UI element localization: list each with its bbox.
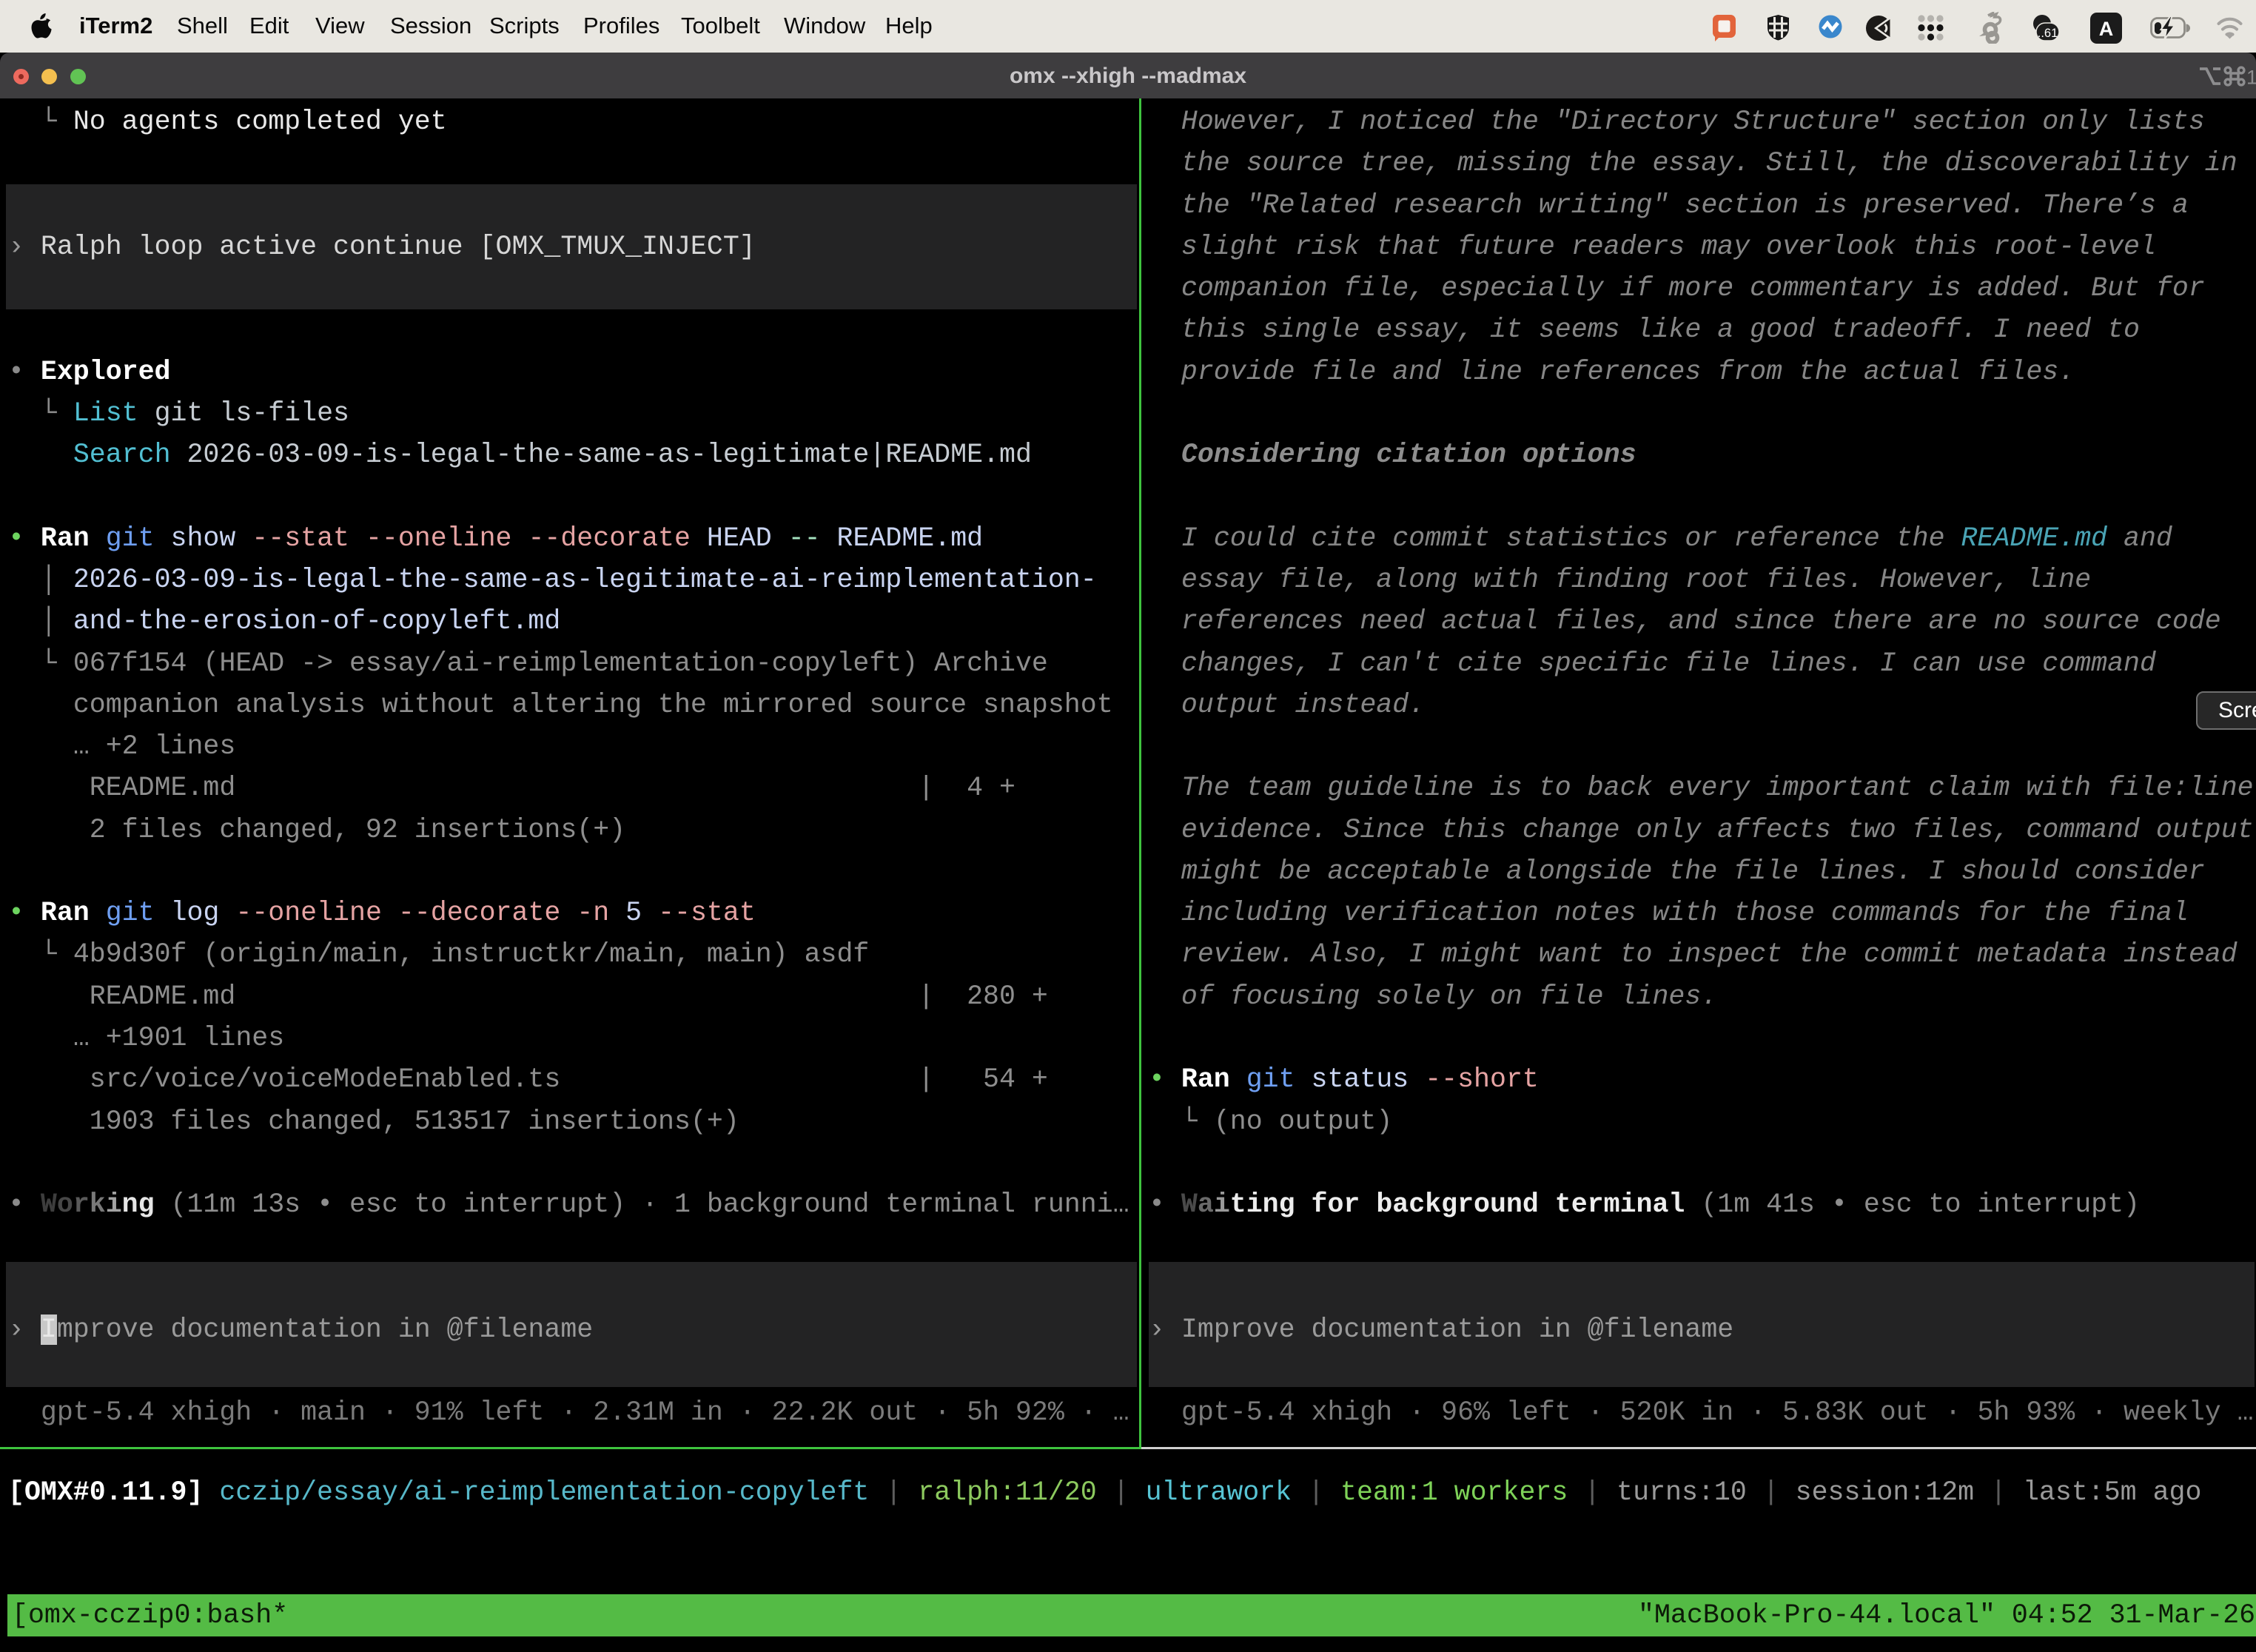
svg-text:A: A xyxy=(2099,18,2114,40)
svg-text:..61: ..61 xyxy=(2038,27,2058,40)
svg-text:1: 1 xyxy=(2246,67,2256,87)
